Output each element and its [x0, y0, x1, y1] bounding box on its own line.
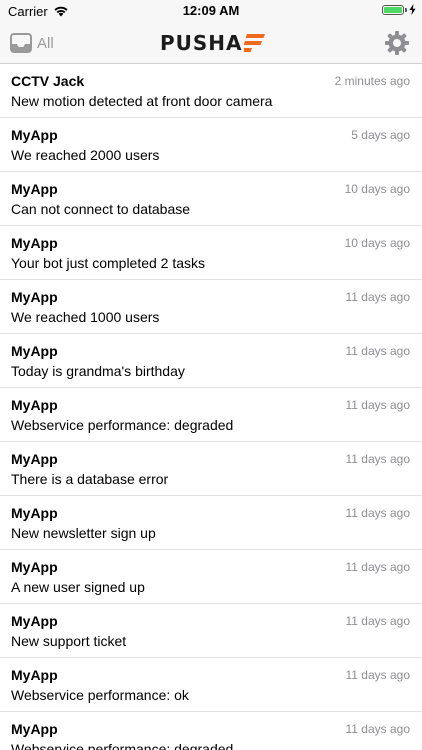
notification-app-name: MyApp: [11, 559, 58, 575]
notification-list: CCTV Jack 2 minutes ago New motion detecte…: [0, 64, 422, 750]
notification-row[interactable]: MyApp 11 days ago Webservice performance: …: [0, 712, 422, 750]
notification-message: New motion detected at front door camera: [11, 93, 273, 109]
notification-row[interactable]: MyApp 11 days ago We reached 1000 users: [0, 280, 422, 334]
notification-timestamp: 10 days ago: [344, 182, 410, 196]
notification-message: There is a database error: [11, 471, 169, 487]
pusha-logo-mark: [243, 34, 265, 52]
gear-icon[interactable]: [384, 30, 410, 56]
charging-bolt-icon: [409, 4, 416, 15]
notification-timestamp: 11 days ago: [345, 722, 411, 736]
notification-message: A new user signed up: [11, 579, 145, 595]
notification-row[interactable]: MyApp 11 days ago Today is grandma's birth…: [0, 334, 422, 388]
notification-app-name: MyApp: [11, 289, 58, 305]
battery-cap: [405, 7, 407, 12]
notification-message: Webservice performance: degraded: [11, 741, 234, 750]
notification-app-name: CCTV Jack: [11, 73, 85, 89]
battery-icon: [382, 4, 404, 15]
notification-app-name: MyApp: [11, 235, 58, 251]
notification-app-name: MyApp: [11, 343, 58, 359]
notification-row[interactable]: MyApp 5 days ago We reached 2000 users: [0, 118, 422, 172]
notification-row[interactable]: MyApp 11 days ago A new user signed up: [0, 550, 422, 604]
notification-timestamp: 11 days ago: [345, 290, 411, 304]
notification-app-name: MyApp: [11, 397, 58, 413]
notification-timestamp: 11 days ago: [345, 344, 411, 358]
notification-row[interactable]: MyApp 11 days ago There is a database erro…: [0, 442, 422, 496]
battery-indicator: [382, 4, 416, 15]
notification-timestamp: 11 days ago: [345, 506, 411, 520]
notification-row[interactable]: CCTV Jack 2 minutes ago New motion detecte…: [0, 64, 422, 118]
inbox-filter-label: All: [37, 34, 54, 52]
nav-bar: All PUSHA: [0, 22, 422, 64]
notification-row[interactable]: MyApp 10 days ago Your bot just completed …: [0, 226, 422, 280]
notification-app-name: MyApp: [11, 721, 58, 737]
notification-message: Can not connect to database: [11, 201, 191, 217]
notification-app-name: MyApp: [11, 451, 58, 467]
notification-timestamp: 5 days ago: [351, 128, 410, 142]
notification-timestamp: 2 minutes ago: [334, 74, 410, 88]
logo-text: PUSHA: [160, 31, 243, 55]
notification-timestamp: 11 days ago: [345, 398, 411, 412]
notification-message: We reached 1000 users: [11, 309, 160, 325]
notification-row[interactable]: MyApp 11 days ago Webservice performance: …: [0, 658, 422, 712]
notification-app-name: MyApp: [11, 667, 58, 683]
notification-timestamp: 10 days ago: [344, 236, 410, 250]
notification-timestamp: 11 days ago: [345, 452, 411, 466]
notification-message: We reached 2000 users: [11, 147, 160, 163]
notification-message: Webservice performance: degraded: [11, 417, 234, 433]
status-time: 12:09 AM: [182, 3, 240, 18]
notification-row[interactable]: MyApp 10 days ago Can not connect to datab…: [0, 172, 422, 226]
notification-message: Today is grandma's birthday: [11, 363, 185, 379]
screen: Carrier 12:09 AM All PUSHA CCTV Jack 2 m…: [0, 0, 422, 750]
notification-app-name: MyApp: [11, 127, 58, 143]
notification-app-name: MyApp: [11, 181, 58, 197]
notification-row[interactable]: MyApp 11 days ago Webservice performance: …: [0, 388, 422, 442]
notification-message: Webservice performance: ok: [11, 687, 189, 703]
status-bar: Carrier 12:09 AM: [0, 0, 422, 22]
inbox-filter-button[interactable]: All: [10, 30, 54, 56]
notification-timestamp: 11 days ago: [345, 560, 411, 574]
notification-app-name: MyApp: [11, 505, 58, 521]
notification-app-name: MyApp: [11, 613, 58, 629]
notification-message: New support ticket: [11, 633, 127, 649]
app-logo: PUSHA: [160, 31, 266, 55]
notification-row[interactable]: MyApp 11 days ago New newsletter sign up: [0, 496, 422, 550]
inbox-tray-icon: [10, 33, 32, 53]
notification-row[interactable]: MyApp 11 days ago New support ticket: [0, 604, 422, 658]
battery-level: [384, 6, 402, 13]
notification-timestamp: 11 days ago: [345, 668, 411, 682]
notification-message: Your bot just completed 2 tasks: [11, 255, 206, 271]
notification-timestamp: 11 days ago: [345, 614, 411, 628]
notification-message: New newsletter sign up: [11, 525, 156, 541]
